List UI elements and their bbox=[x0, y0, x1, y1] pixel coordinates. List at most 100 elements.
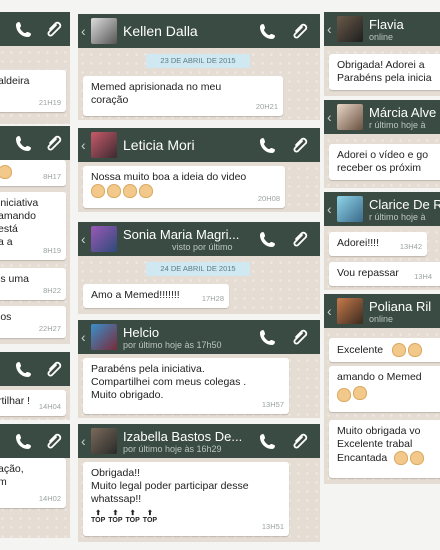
message-time: 13H57 bbox=[261, 400, 284, 409]
contact-name[interactable]: Flavia bbox=[369, 17, 404, 32]
contact-name[interactable]: Márcia Alve bbox=[369, 105, 436, 120]
phone-icon[interactable] bbox=[14, 359, 34, 379]
back-arrow-icon[interactable]: ‹ bbox=[327, 201, 332, 217]
back-arrow-icon[interactable]: ‹ bbox=[327, 109, 332, 125]
phone-icon[interactable] bbox=[258, 135, 278, 155]
date-chip: 23 DE ABRIL DE 2015 bbox=[146, 54, 250, 68]
message-bubble[interactable]: is uma 8H22 bbox=[0, 268, 66, 300]
message-time: 8H22 bbox=[43, 286, 61, 295]
message-time: 13H42 bbox=[399, 242, 422, 251]
back-arrow-icon[interactable]: ‹ bbox=[327, 303, 332, 319]
message-bubble[interactable]: Nossa muito boa a ideia do video 20H08 bbox=[83, 166, 285, 208]
paperclip-icon[interactable] bbox=[290, 327, 310, 347]
message-time: 17H28 bbox=[201, 294, 224, 303]
message-text: Excelente bbox=[337, 343, 384, 356]
avatar[interactable] bbox=[91, 18, 117, 44]
chat-card-poliana: ‹ Poliana Ril online Excelente amando o … bbox=[324, 294, 440, 484]
clapping-hands-icon bbox=[337, 388, 351, 402]
chat-card-flavia: ‹ Flavia online Obrigada! Adorei a Parab… bbox=[324, 12, 440, 96]
chat-card-marcia: ‹ Márcia Alve r último hoje à Adorei o v… bbox=[324, 100, 440, 188]
clapping-hands-icon bbox=[394, 451, 409, 465]
message-time: 20H08 bbox=[257, 194, 280, 203]
contact-name[interactable]: Sonia Maria Magri... bbox=[123, 227, 239, 242]
paperclip-icon[interactable] bbox=[44, 133, 64, 153]
clapping-hands-icon bbox=[139, 184, 153, 198]
message-bubble[interactable]: Obrigada! Adorei a Parabéns pela inicia bbox=[329, 54, 440, 90]
message-bubble[interactable]: Excelente bbox=[329, 338, 440, 362]
paperclip-icon[interactable] bbox=[44, 19, 64, 39]
avatar[interactable] bbox=[337, 196, 363, 222]
phone-icon[interactable] bbox=[258, 21, 278, 41]
avatar[interactable] bbox=[91, 324, 117, 350]
message-bubble[interactable]: Adorei o vídeo e go receber os próxim bbox=[329, 144, 440, 180]
last-seen-status: r último hoje à bbox=[369, 212, 426, 222]
message-text: amando o Memed bbox=[337, 371, 422, 383]
back-arrow-icon[interactable]: ‹ bbox=[81, 231, 86, 247]
back-arrow-icon[interactable]: ‹ bbox=[81, 23, 86, 39]
message-bubble[interactable]: amando o Memed bbox=[329, 366, 440, 412]
phone-icon[interactable] bbox=[258, 327, 278, 347]
chat-header bbox=[0, 126, 70, 160]
paperclip-icon[interactable] bbox=[290, 229, 310, 249]
contact-name[interactable]: Poliana Ril bbox=[369, 299, 431, 314]
chat-card-izabella: ‹ Izabella Bastos De... por último hoje … bbox=[78, 424, 320, 542]
avatar[interactable] bbox=[91, 132, 117, 158]
clapping-hands-icon bbox=[107, 184, 121, 198]
message-time: 22H27 bbox=[38, 324, 61, 333]
clapping-hands-icon bbox=[123, 184, 137, 198]
message-bubble[interactable]: Amo a Memed!!!!!!! 17H28 bbox=[83, 284, 229, 308]
chat-card-kellen: ‹ Kellen Dalla 23 DE ABRIL DE 2015 Memed… bbox=[78, 14, 320, 120]
phone-icon[interactable] bbox=[14, 19, 34, 39]
back-arrow-icon[interactable]: ‹ bbox=[81, 329, 86, 345]
message-bubble[interactable]: aldeira 21H19 bbox=[0, 70, 66, 112]
contact-name[interactable]: Izabella Bastos De... bbox=[123, 429, 242, 444]
contact-name[interactable]: Kellen Dalla bbox=[123, 23, 198, 39]
phone-icon[interactable] bbox=[14, 133, 34, 153]
back-arrow-icon[interactable]: ‹ bbox=[81, 433, 86, 449]
phone-icon[interactable] bbox=[258, 431, 278, 451]
contact-name[interactable]: Helcio bbox=[123, 325, 159, 340]
message-bubble[interactable]: iniciativa amando está a a 8H19 bbox=[0, 192, 66, 260]
avatar[interactable] bbox=[91, 428, 117, 454]
avatar[interactable] bbox=[337, 104, 363, 130]
last-seen-status: r último hoje à bbox=[369, 120, 426, 130]
message-text: ação, m bbox=[0, 463, 24, 488]
clapping-hands-icon bbox=[408, 343, 423, 357]
paperclip-icon[interactable] bbox=[290, 431, 310, 451]
clapping-hands-icon bbox=[353, 386, 367, 400]
message-bubble[interactable]: Vou repassar 13H4 bbox=[329, 262, 440, 286]
top-emoji-row: ⬆ TOP⬆ TOP⬆ TOP⬆ TOP bbox=[91, 510, 281, 526]
message-bubble[interactable]: Adorei!!!! 13H42 bbox=[329, 232, 427, 256]
message-bubble[interactable]: ação, m 14H02 bbox=[0, 458, 66, 508]
paperclip-icon[interactable] bbox=[44, 431, 64, 451]
message-bubble[interactable]: Muito obrigada vo Excelente trabal Encan… bbox=[329, 420, 440, 478]
paperclip-icon[interactable] bbox=[44, 359, 64, 379]
contact-name[interactable]: Leticia Mori bbox=[123, 137, 195, 153]
avatar[interactable] bbox=[337, 16, 363, 42]
message-text: rtilhar ! bbox=[0, 395, 31, 407]
message-text: ios bbox=[0, 311, 12, 323]
paperclip-icon[interactable] bbox=[290, 135, 310, 155]
message-bubble[interactable]: Memed aprisionada no meu coração 20H21 bbox=[83, 76, 283, 116]
phone-icon[interactable] bbox=[14, 431, 34, 451]
message-time: 21H19 bbox=[38, 98, 61, 107]
last-seen-status: por último hoje às 17h50 bbox=[123, 340, 222, 350]
chat-card: rtilhar ! 14H04 bbox=[0, 352, 70, 420]
back-arrow-icon[interactable]: ‹ bbox=[81, 137, 86, 153]
message-bubble[interactable]: ios 22H27 bbox=[0, 306, 66, 338]
paperclip-icon[interactable] bbox=[290, 21, 310, 41]
message-bubble[interactable]: Obrigada!! Muito legal poder participar … bbox=[83, 462, 289, 536]
avatar[interactable] bbox=[91, 226, 117, 252]
message-bubble[interactable]: Parabéns pela iniciativa. Compartilhei c… bbox=[83, 358, 289, 414]
message-text: Vou repassar bbox=[337, 267, 399, 279]
chat-header: ‹ Kellen Dalla bbox=[78, 14, 320, 48]
contact-name[interactable]: Clarice De R bbox=[369, 197, 440, 212]
avatar[interactable] bbox=[337, 298, 363, 324]
message-bubble[interactable]: rtilhar ! 14H04 bbox=[0, 390, 66, 416]
message-text: Nossa muito boa a ideia do video bbox=[91, 171, 247, 183]
back-arrow-icon[interactable]: ‹ bbox=[327, 21, 332, 37]
phone-icon[interactable] bbox=[258, 229, 278, 249]
chat-header: ‹ Sonia Maria Magri... visto por último bbox=[78, 222, 320, 256]
message-bubble[interactable]: 8H17 bbox=[0, 160, 66, 186]
top-arrow-icon: ⬆ TOP bbox=[125, 510, 140, 524]
